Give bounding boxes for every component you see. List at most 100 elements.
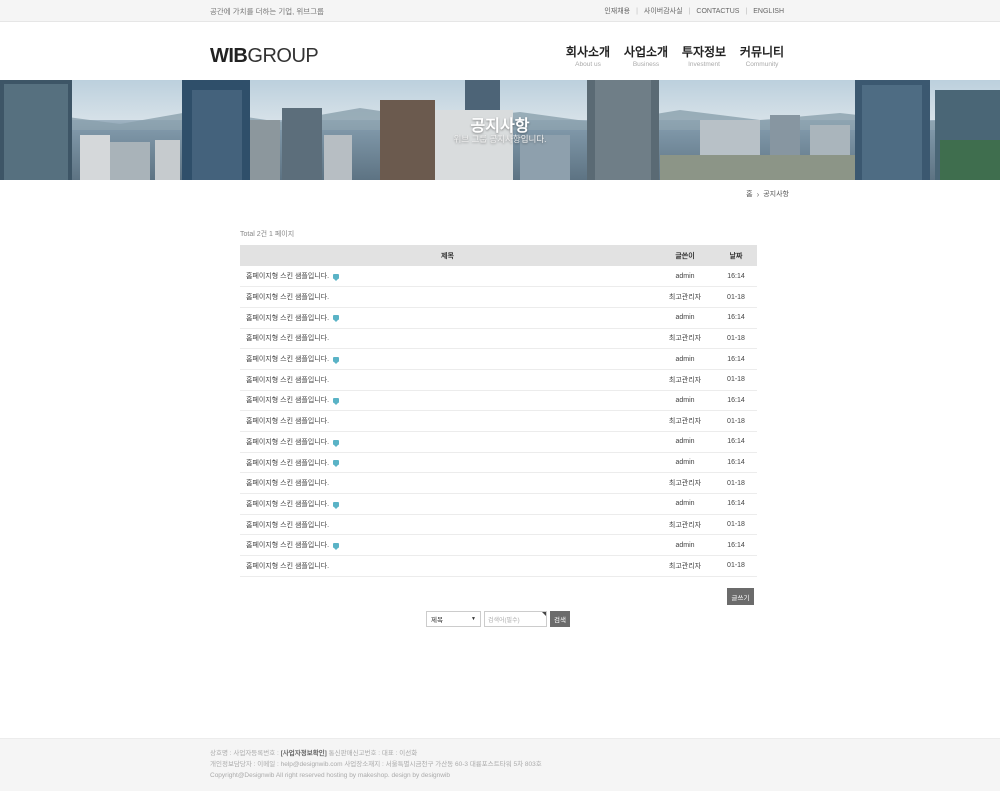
row-date: 16:14 (715, 493, 757, 515)
row-subject-text[interactable]: 홈페이지형 스킨 샘플입니다. (246, 273, 329, 280)
row-subject-text[interactable]: 홈페이지형 스킨 샘플입니다. (246, 418, 329, 425)
table-row[interactable]: 홈페이지형 스킨 샘플입니다. 최고관리자 01-18 (240, 410, 757, 432)
table-row[interactable]: 홈페이지형 스킨 샘플입니다. admin 16:14 (240, 266, 757, 288)
logo-bold: WIB (210, 45, 248, 67)
nav-sublabel: About us (575, 61, 601, 68)
row-subject[interactable]: 홈페이지형 스킨 샘플입니다. (240, 431, 655, 453)
table-row[interactable]: 홈페이지형 스킨 샘플입니다. 최고관리자 01-18 (240, 369, 757, 391)
row-subject[interactable]: 홈페이지형 스킨 샘플입니다. (240, 348, 655, 370)
table-row[interactable]: 홈페이지형 스킨 샘플입니다. admin 16:14 (240, 452, 757, 474)
table-row[interactable]: 홈페이지형 스킨 샘플입니다. 최고관리자 01-18 (240, 472, 757, 495)
top-utility-bar: 공간에 가치를 더하는 기업, 위브그룹 인재채용 | 사이버감사실 | CON… (0, 0, 1000, 22)
nav-item-about[interactable]: 회사소개 About us (559, 45, 617, 68)
row-writer: admin (655, 266, 715, 288)
row-subject-text[interactable]: 홈페이지형 스킨 샘플입니다. (246, 501, 329, 508)
nav-item-business[interactable]: 사업소개 Business (617, 45, 675, 68)
table-row[interactable]: 홈페이지형 스킨 샘플입니다. admin 16:14 (240, 493, 757, 515)
row-writer: 최고관리자 (655, 286, 715, 308)
row-subject[interactable]: 홈페이지형 스킨 샘플입니다. (240, 307, 655, 329)
table-row[interactable]: 홈페이지형 스킨 샘플입니다. admin 16:14 (240, 348, 757, 370)
row-date: 01-18 (715, 286, 757, 308)
business-info-link[interactable]: [사업자정보확인] (281, 750, 327, 757)
breadcrumb: 홈 › 공지사항 (746, 189, 789, 199)
link-english[interactable]: ENGLISH (747, 8, 790, 15)
main-nav: 회사소개 About us 사업소개 Business 투자정보 Investm… (559, 45, 791, 68)
column-header-subject: 제목 (240, 245, 655, 266)
table-row[interactable]: 홈페이지형 스킨 샘플입니다. admin 16:14 (240, 534, 757, 557)
row-date: 16:14 (715, 452, 757, 474)
row-subject-text[interactable]: 홈페이지형 스킨 샘플입니다. (246, 542, 329, 549)
row-subject[interactable]: 홈페이지형 스킨 샘플입니다. (240, 369, 655, 391)
row-writer: 최고관리자 (655, 369, 715, 391)
nav-label: 투자정보 (681, 45, 727, 59)
write-button[interactable]: 글쓰기 (727, 588, 754, 605)
table-row[interactable]: 홈페이지형 스킨 샘플입니다. admin 16:14 (240, 390, 757, 412)
row-writer: 최고관리자 (655, 555, 715, 577)
row-subject-text[interactable]: 홈페이지형 스킨 샘플입니다. (246, 522, 329, 529)
comment-icon (333, 356, 340, 364)
nav-item-investment[interactable]: 투자정보 Investment (675, 45, 733, 68)
row-subject[interactable]: 홈페이지형 스킨 샘플입니다. (240, 472, 655, 495)
row-subject-text[interactable]: 홈페이지형 스킨 샘플입니다. (246, 460, 329, 467)
row-subject[interactable]: 홈페이지형 스킨 샘플입니다. (240, 555, 655, 577)
row-subject-text[interactable]: 홈페이지형 스킨 샘플입니다. (246, 294, 329, 301)
breadcrumb-home[interactable]: 홈 (746, 189, 752, 199)
nav-sublabel: Community (745, 61, 779, 68)
chevron-right-icon: › (756, 189, 760, 199)
nav-label: 사업소개 (623, 45, 669, 59)
row-subject-text[interactable]: 홈페이지형 스킨 샘플입니다. (246, 563, 329, 570)
row-subject[interactable]: 홈페이지형 스킨 샘플입니다. (240, 452, 655, 474)
total-count: Total 2건 1 페이지 (240, 231, 295, 238)
footer-line-2: 개인정보담당자 : 이메일 : help@designwib.com 사업장소재… (210, 761, 542, 768)
row-date: 01-18 (715, 369, 757, 391)
row-writer: admin (655, 390, 715, 412)
row-date: 16:14 (715, 431, 757, 453)
row-writer: 최고관리자 (655, 472, 715, 495)
row-date: 01-18 (715, 514, 757, 536)
table-row[interactable]: 홈페이지형 스킨 샘플입니다. admin 16:14 (240, 307, 757, 329)
nav-sublabel: Investment (688, 61, 720, 68)
row-subject-text[interactable]: 홈페이지형 스킨 샘플입니다. (246, 439, 329, 446)
logo[interactable]: WIBGROUP (210, 45, 319, 68)
select-value: 제목 (431, 617, 443, 624)
row-subject-text[interactable]: 홈페이지형 스킨 샘플입니다. (246, 335, 329, 342)
row-subject[interactable]: 홈페이지형 스킨 샘플입니다. (240, 266, 655, 288)
table-row[interactable]: 홈페이지형 스킨 샘플입니다. admin 16:14 (240, 431, 757, 453)
row-subject[interactable]: 홈페이지형 스킨 샘플입니다. (240, 410, 655, 432)
link-contact[interactable]: CONTACTUS (690, 8, 745, 15)
table-row[interactable]: 홈페이지형 스킨 샘플입니다. 최고관리자 01-18 (240, 286, 757, 308)
row-date: 16:14 (715, 307, 757, 329)
link-cyber-audit[interactable]: 사이버감사실 (638, 6, 689, 16)
row-subject-text[interactable]: 홈페이지형 스킨 샘플입니다. (246, 356, 329, 363)
search-button[interactable]: 검색 (550, 611, 570, 627)
footer: 상호명 : 사업자등록번호 : [사업자정보확인] 통신판매신고번호 : 대표 … (0, 738, 1000, 791)
row-subject[interactable]: 홈페이지형 스킨 샘플입니다. (240, 493, 655, 515)
nav-label: 커뮤니티 (739, 45, 785, 59)
row-subject[interactable]: 홈페이지형 스킨 샘플입니다. (240, 534, 655, 557)
row-subject-text[interactable]: 홈페이지형 스킨 샘플입니다. (246, 480, 329, 487)
header: WIBGROUP 회사소개 About us 사업소개 Business 투자정… (0, 22, 1000, 80)
row-writer: 최고관리자 (655, 410, 715, 432)
table-row[interactable]: 홈페이지형 스킨 샘플입니다. 최고관리자 01-18 (240, 328, 757, 350)
row-subject[interactable]: 홈페이지형 스킨 샘플입니다. (240, 514, 655, 536)
nav-label: 회사소개 (565, 45, 611, 59)
search-field-select[interactable]: 제목 ▼ (426, 611, 481, 627)
footer-copyright: Copyright@Designwib All right reserved h… (210, 772, 451, 779)
search-input[interactable]: 검색어(필수) (484, 611, 547, 627)
row-subject-text[interactable]: 홈페이지형 스킨 샘플입니다. (246, 315, 329, 322)
chevron-down-icon: ▼ (471, 616, 476, 622)
row-subject-text[interactable]: 홈페이지형 스킨 샘플입니다. (246, 377, 329, 384)
row-subject-text[interactable]: 홈페이지형 스킨 샘플입니다. (246, 397, 329, 404)
row-subject[interactable]: 홈페이지형 스킨 샘플입니다. (240, 286, 655, 308)
row-subject[interactable]: 홈페이지형 스킨 샘플입니다. (240, 328, 655, 350)
row-subject[interactable]: 홈페이지형 스킨 샘플입니다. (240, 390, 655, 412)
link-recruit[interactable]: 인재채용 (598, 6, 636, 16)
row-date: 01-18 (715, 328, 757, 350)
comment-icon (333, 460, 340, 468)
nav-item-community[interactable]: 커뮤니티 Community (733, 45, 791, 68)
table-row[interactable]: 홈페이지형 스킨 샘플입니다. 최고관리자 01-18 (240, 555, 757, 577)
table-row[interactable]: 홈페이지형 스킨 샘플입니다. 최고관리자 01-18 (240, 514, 757, 536)
tagline: 공간에 가치를 더하는 기업, 위브그룹 (210, 6, 324, 16)
hero-banner: 공지사항 위브 그룹 공지사항입니다. (0, 80, 1000, 180)
comment-icon (333, 439, 340, 447)
